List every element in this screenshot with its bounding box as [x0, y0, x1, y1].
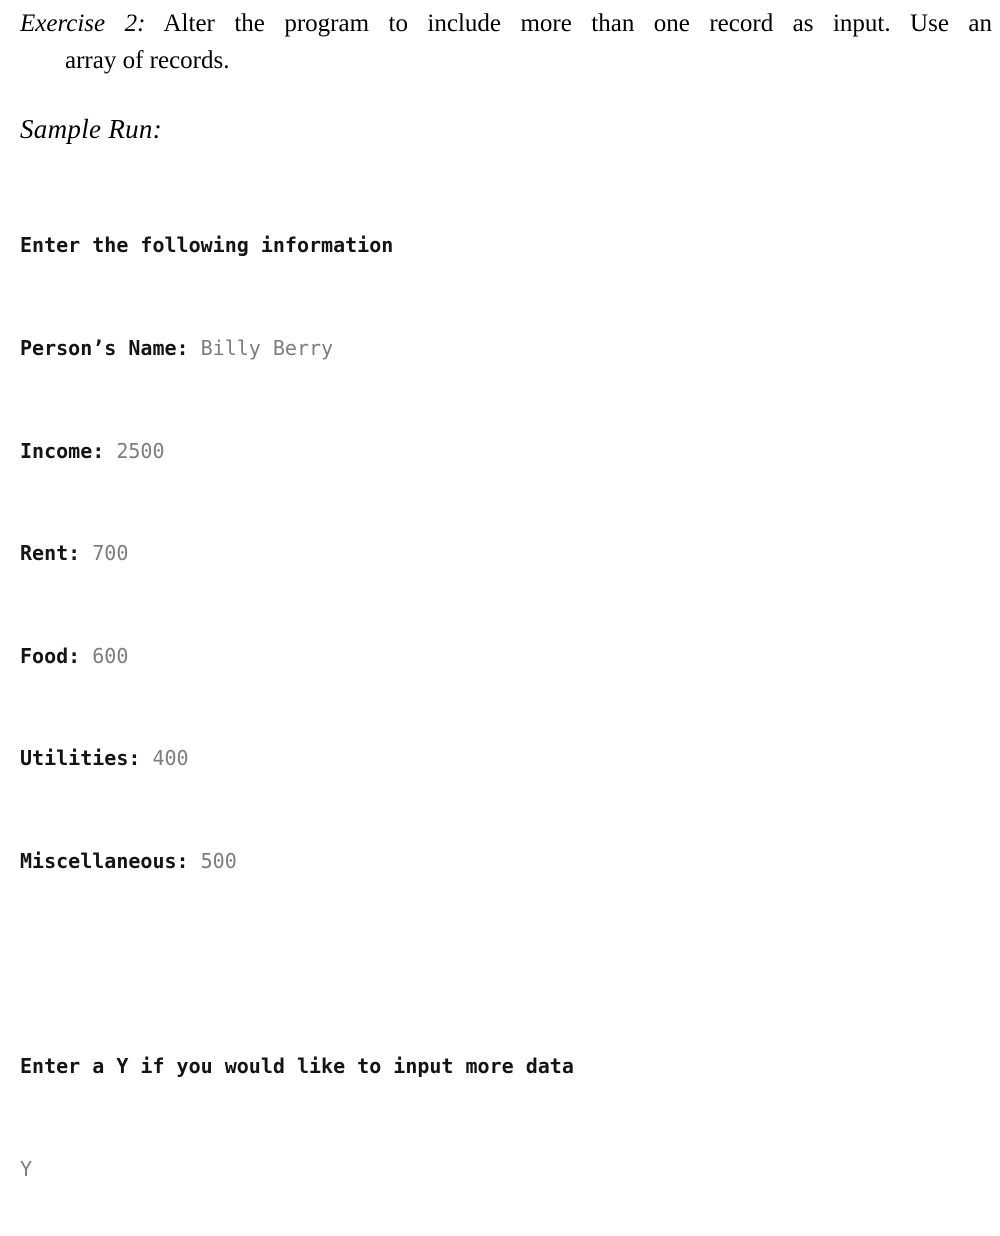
document-page: Exercise 2: Alter the program to include… [0, 0, 1000, 1181]
user-input-text: 500 [200, 848, 237, 873]
transcript-line: Utilities: 400 [20, 741, 980, 775]
prompt-text: Person’s Name: [20, 336, 201, 360]
transcript-line: Enter the following information [20, 228, 980, 262]
prompt-text: Enter the following information [20, 233, 394, 258]
transcript-blank-line [20, 947, 980, 981]
sample-run-transcript: Enter the following information Person’s… [20, 160, 980, 1236]
exercise-statement: Exercise 2: Alter the program to include… [20, 6, 992, 79]
user-input-text: Y [20, 1156, 33, 1181]
transcript-line: Person’s Name: Billy Berry [20, 331, 980, 365]
exercise-statement-line-2: array of records. [20, 43, 992, 79]
prompt-text: Miscellaneous: [20, 848, 201, 873]
exercise-statement-text: Alter the program to include more than o… [145, 10, 993, 37]
exercise-label: Exercise 2: [20, 10, 146, 37]
transcript-line: Food: 600 [20, 639, 980, 673]
user-input-text: Billy Berry [200, 336, 334, 360]
transcript-line: Income: 2500 [20, 434, 980, 468]
transcript-line: Rent: 700 [20, 536, 980, 570]
user-input-text: 400 [152, 746, 189, 771]
transcript-line: Enter a Y if you would like to input mor… [20, 1049, 980, 1083]
sample-run-heading: Sample Run: [20, 114, 163, 144]
transcript-line: Miscellaneous: 500 [20, 844, 980, 878]
prompt-text: Income: [20, 438, 117, 463]
user-input-text: 700 [92, 541, 129, 566]
prompt-text: Food: [20, 643, 93, 668]
prompt-text: Enter a Y if you would like to input mor… [20, 1054, 574, 1079]
exercise-statement-text-continued: array of records. [65, 47, 230, 74]
user-input-text: 2500 [116, 438, 165, 463]
exercise-statement-line-1: Exercise 2: Alter the program to include… [20, 6, 992, 42]
user-input-text: 600 [92, 643, 129, 668]
prompt-text: Rent: [20, 541, 93, 566]
transcript-line: Y [20, 1152, 980, 1186]
prompt-text: Utilities: [20, 746, 153, 771]
